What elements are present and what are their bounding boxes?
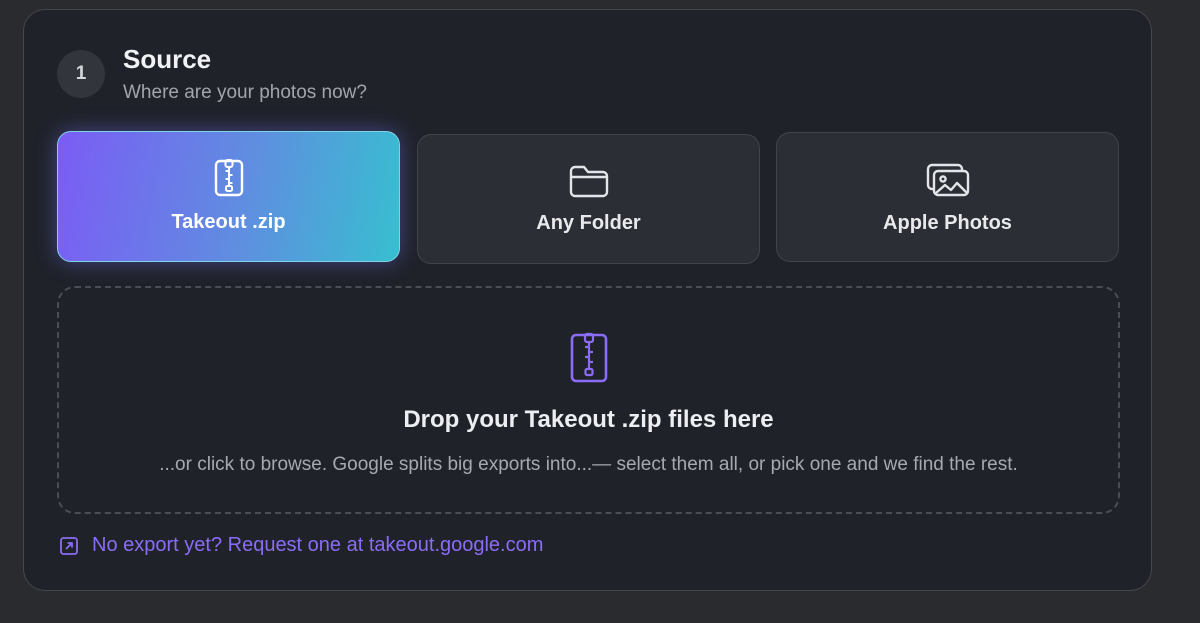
section-subtitle: Where are your photos now?: [123, 82, 367, 103]
dropzone-title: Drop your Takeout .zip files here: [403, 406, 774, 433]
source-option-takeout[interactable]: Takeout .zip: [57, 131, 400, 262]
source-card: 1 Source Where are your photos now? Take…: [23, 9, 1152, 591]
source-option-apple-photos[interactable]: Apple Photos: [776, 132, 1119, 262]
zip-file-icon: [214, 159, 243, 197]
file-dropzone[interactable]: Drop your Takeout .zip files here ...or …: [57, 286, 1120, 514]
source-option-label: Any Folder: [536, 211, 641, 234]
source-option-folder[interactable]: Any Folder: [417, 134, 760, 264]
folder-icon: [569, 165, 608, 197]
zip-file-icon: [570, 332, 607, 383]
step-number-badge: 1: [57, 50, 105, 98]
source-option-label: Apple Photos: [883, 211, 1012, 234]
section-title: Source: [123, 44, 212, 74]
photos-icon: [926, 163, 969, 196]
source-option-label: Takeout .zip: [171, 211, 286, 233]
request-export-link[interactable]: No export yet? Request one at takeout.go…: [59, 534, 543, 557]
dropzone-subtitle: ...or click to browse. Google splits big…: [159, 454, 1018, 475]
request-export-link-text: No export yet? Request one at takeout.go…: [92, 534, 544, 556]
external-link-icon: [60, 536, 78, 555]
